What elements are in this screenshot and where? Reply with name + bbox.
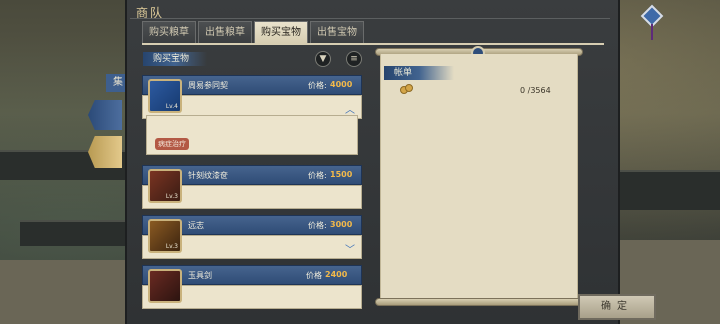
ledger-title: 帐单 [384, 66, 454, 80]
item-price-label: 价格 [306, 271, 322, 280]
sword-icon[interactable] [148, 269, 182, 303]
scene-roof [20, 220, 130, 246]
tab-buy-treasure[interactable]: 购买宝物 [254, 21, 308, 43]
title-divider [130, 18, 610, 19]
item-price-label: 价格: [308, 171, 327, 180]
item-price: 1500 [330, 170, 353, 179]
item-price-label: 价格: [308, 221, 327, 230]
list-sort-icon[interactable]: ≡ [346, 51, 362, 67]
chevron-down-icon[interactable]: ﹀ [345, 241, 355, 256]
chevron-up-icon[interactable]: ︿ [345, 101, 355, 116]
filter-icon[interactable]: ▼ [315, 51, 331, 67]
item-price: 3000 [330, 220, 353, 229]
section-title: 购买宝物 [143, 52, 207, 66]
lacquer-box-icon[interactable]: Lv.3 [148, 169, 182, 203]
side-tab-gold[interactable] [88, 136, 122, 168]
item-effect-tag: 病症治疗 [155, 138, 189, 150]
item-price-label: 价格: [308, 81, 327, 90]
tab-sell-treasure[interactable]: 出售宝物 [310, 21, 364, 43]
scroll-rod-bottom [375, 298, 583, 306]
tab-underline [142, 43, 604, 45]
book-icon[interactable]: Lv.4 [148, 79, 182, 113]
item-level: Lv.3 [165, 193, 178, 200]
tab-buy-grain[interactable]: 购买粮草 [142, 21, 196, 43]
item-name: 周易参同契 [188, 81, 228, 90]
scene-wall [0, 260, 130, 324]
tab-sell-grain[interactable]: 出售粮草 [198, 21, 252, 43]
treasure-list[interactable]: Lv.4 周易参同契 价格: 4000 ︿ 病症治疗 Lv.3 针刻纹漆奁 价格… [142, 73, 362, 324]
herb-icon[interactable]: Lv.3 [148, 219, 182, 253]
item-price: 2400 [325, 270, 348, 279]
side-tab-blue[interactable] [88, 100, 122, 130]
item-detail-panel: 病症治疗 [146, 115, 358, 155]
ledger-total: 0 /3564 [520, 86, 551, 95]
item-name: 远志 [188, 221, 204, 230]
tab-bar: 购买粮草 出售粮草 购买宝物 出售宝物 [142, 21, 366, 43]
item-name: 玉具剑 [188, 271, 212, 280]
coin-icon [400, 84, 414, 94]
item-price: 4000 [330, 80, 353, 89]
item-level: Lv.4 [165, 103, 178, 110]
item-name: 针刻纹漆奁 [188, 171, 228, 180]
kite-icon[interactable] [640, 4, 664, 40]
confirm-button[interactable]: 确定 [578, 294, 656, 320]
item-level: Lv.3 [165, 243, 178, 250]
scene-roof [620, 170, 720, 210]
